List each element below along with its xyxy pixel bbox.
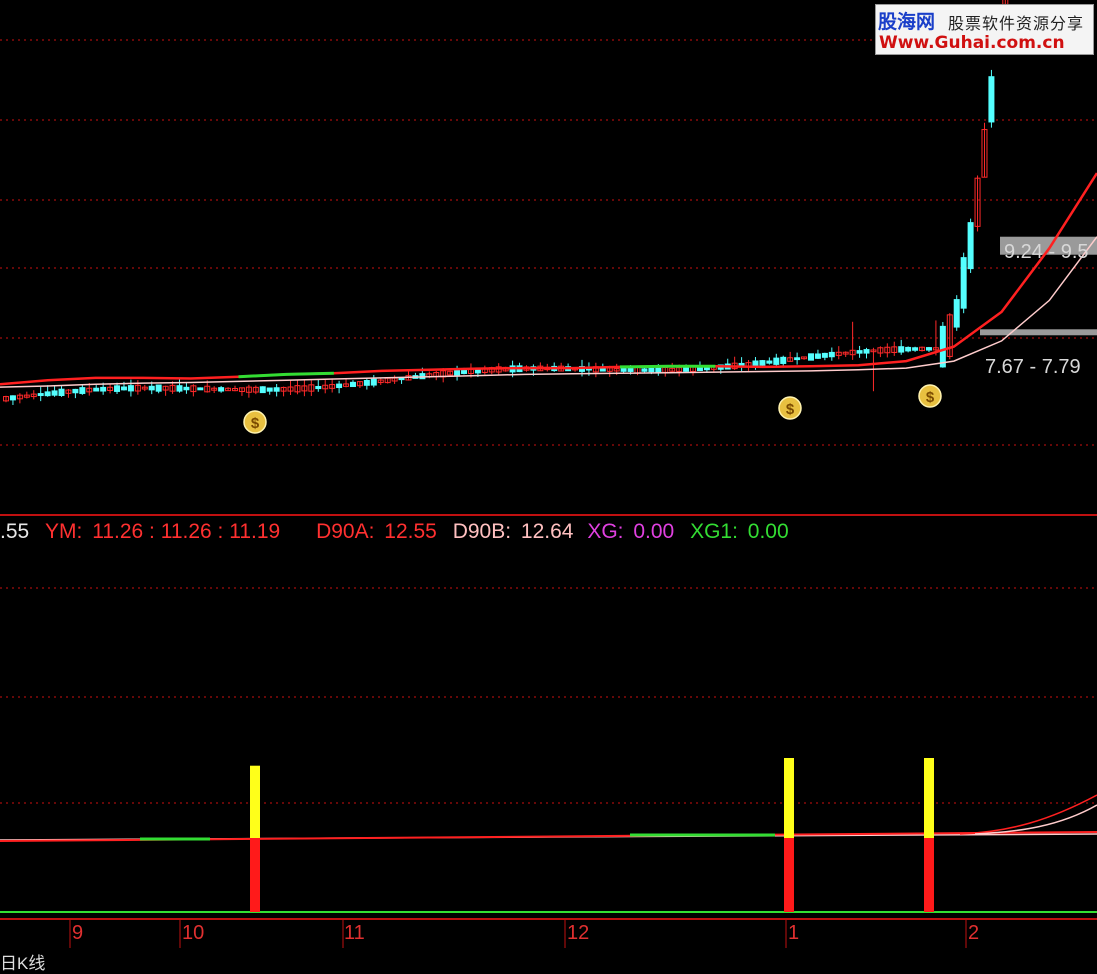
x-tick-9: 9	[72, 922, 84, 944]
x-tick-12: 12	[567, 922, 590, 944]
candle-body-137	[953, 299, 960, 328]
candle-body-111	[773, 357, 780, 365]
indicator-legend: .55 YM: 11.26 : 11.26 : 11.19 D90A: 12.5…	[0, 517, 789, 547]
candle-body-31	[218, 387, 225, 392]
candle-body-26	[183, 386, 190, 391]
candle-body-52	[363, 380, 370, 386]
candle-body-89	[620, 367, 627, 372]
legend-d90a-label: D90A:	[316, 520, 375, 543]
candle-body-130	[905, 346, 912, 352]
legend-d90a-value: 12.55	[384, 520, 437, 543]
stock-chart: $ $ $	[0, 0, 1097, 948]
ma-white-line	[0, 236, 1097, 388]
candle-body-138	[960, 257, 967, 309]
candle-body-116	[807, 353, 814, 361]
candle-body-28	[197, 387, 204, 391]
candle-body-38	[266, 387, 273, 392]
logo-url: Www.Guhai.com.cn	[879, 33, 1065, 53]
legend-xg1-label: XG1:	[690, 520, 738, 543]
legend-d90b-value: 12.64	[520, 520, 574, 543]
candle-body-53	[370, 378, 377, 386]
candle-body-94	[655, 366, 662, 374]
candle-body-65	[454, 369, 461, 376]
legend-d90b-label: D90B:	[452, 520, 512, 543]
candle-body-66	[461, 369, 468, 374]
candle-body-16	[114, 385, 121, 392]
candle-body-109	[759, 360, 766, 366]
candle-body-124	[863, 349, 870, 354]
candle-body-11	[79, 387, 86, 394]
x-tick-2: 2	[968, 922, 980, 944]
candle-body-50	[349, 381, 356, 388]
candle-body-6	[44, 391, 51, 397]
candle-body-112	[780, 356, 787, 364]
candle-body-135	[939, 325, 946, 368]
candle-body-13	[93, 387, 100, 392]
logo-tagline: 股票软件资源分享	[948, 14, 1085, 33]
ma-green-segment-1	[619, 364, 716, 369]
legend-prefix: .55	[0, 520, 30, 543]
signal-bar-red-2	[924, 838, 934, 912]
money-bag-glyph-0: $	[251, 415, 260, 432]
ma-red-line	[0, 172, 1097, 386]
legend-xg1-value: 0.00	[747, 520, 789, 543]
candle-body-17	[120, 386, 127, 391]
candle-body-129	[898, 346, 905, 353]
candle-body-5	[37, 393, 44, 397]
candle-body-37	[259, 386, 266, 394]
candle-body-110	[766, 360, 773, 364]
x-tick-11: 11	[344, 922, 365, 944]
ma-green-segment-0	[238, 371, 334, 379]
signal-bar-red-1	[784, 838, 794, 912]
candle-body-8	[58, 388, 65, 396]
candle-body-1	[9, 395, 16, 401]
candle-body-22	[155, 384, 162, 392]
legend-xg-label: XG:	[587, 520, 624, 543]
candle-body-119	[828, 351, 835, 358]
candle-body-7	[51, 390, 58, 396]
price-zone-label-upper: 9.24 - 9.5	[1004, 241, 1089, 263]
candle-body-139	[967, 222, 974, 270]
candle-body-142	[988, 76, 995, 123]
money-bag-glyph-1: $	[786, 401, 795, 418]
candle-body-92	[641, 368, 648, 372]
legend-ym-values: 11.26 : 11.26 : 11.19	[92, 520, 281, 543]
price-zone-lower-band	[980, 329, 1097, 336]
money-bag-glyph-2: $	[926, 389, 935, 406]
signal-bar-red-0	[250, 838, 260, 912]
x-tick-1: 1	[788, 922, 800, 944]
signal-bar-yellow-0	[250, 765, 260, 838]
x-tick-10: 10	[182, 922, 205, 944]
guhai-logo[interactable]: 股海网 股票软件资源分享 Www.Guhai.com.cn	[875, 4, 1094, 55]
candle-body-10	[72, 388, 79, 394]
legend-ym-label: YM:	[45, 520, 83, 543]
candle-body-18	[127, 385, 134, 392]
price-zone-label-lower: 7.67 - 7.79	[985, 356, 1081, 378]
candle-body-39	[273, 387, 280, 392]
candle-body-118	[821, 352, 828, 358]
lower-rising-curve-b	[974, 804, 1097, 835]
candle-body-133	[925, 347, 932, 351]
candle-body-21	[148, 385, 155, 391]
candle-body-114	[794, 357, 801, 361]
candle-body-90	[627, 368, 634, 372]
candle-body-131	[912, 347, 919, 351]
candle-body-117	[814, 353, 821, 359]
candle-body-14	[100, 386, 107, 392]
candle-body-98	[683, 366, 690, 372]
candle-body-48	[336, 383, 343, 389]
candle-body-123	[856, 350, 863, 354]
candle-body-25	[176, 385, 183, 392]
signal-bar-yellow-2	[924, 758, 934, 838]
legend-xg-value: 0.00	[633, 520, 675, 543]
candle-body-45	[315, 385, 322, 390]
candle-body-93	[648, 367, 655, 373]
logo-brand: 股海网	[878, 11, 936, 33]
signal-bar-yellow-1	[784, 758, 794, 838]
